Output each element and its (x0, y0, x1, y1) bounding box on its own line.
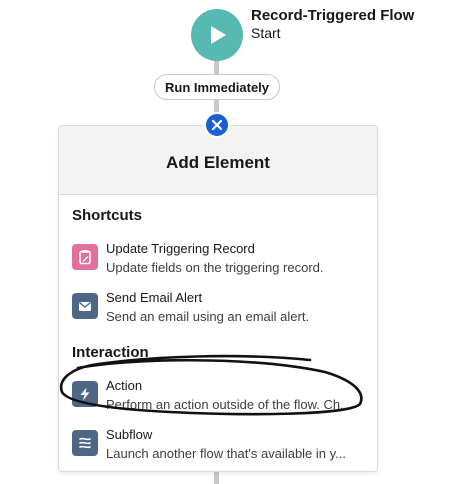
close-icon (211, 119, 223, 131)
element-description: Send an email using an email alert. (106, 309, 310, 324)
element-description: Update fields on the triggering record. (106, 260, 324, 275)
element-update-triggering-record[interactable]: Update Triggering Record Update fields o… (69, 241, 369, 285)
start-node-subtitle: Start (251, 25, 281, 41)
start-node[interactable] (191, 9, 243, 61)
element-description: Launch another flow that's available in … (106, 446, 346, 461)
lightning-bolt-icon (72, 381, 98, 407)
element-label: Subflow (106, 427, 153, 442)
run-immediately-path[interactable]: Run Immediately (154, 74, 280, 100)
flow-canvas: Record-Triggered Flow Start Run Immediat… (0, 0, 474, 484)
element-label: Send Email Alert (106, 290, 203, 305)
element-description: Perform an action outside of the flow. C… (106, 397, 351, 412)
connector-line-bottom (214, 470, 219, 484)
start-node-title: Record-Triggered Flow (251, 7, 415, 24)
element-subflow[interactable]: Subflow Launch another flow that's avail… (69, 427, 369, 471)
section-title-interaction: Interaction (72, 344, 149, 361)
subflow-icon (72, 430, 98, 456)
panel-title: Add Element (166, 153, 270, 172)
close-add-element-button[interactable] (204, 112, 230, 138)
element-label: Update Triggering Record (106, 241, 255, 256)
envelope-icon (72, 293, 98, 319)
element-action[interactable]: Action Perform an action outside of the … (69, 378, 369, 422)
add-element-panel: Add Element Shortcuts Update Triggering … (58, 125, 378, 472)
clipboard-edit-icon (72, 244, 98, 270)
section-title-shortcuts: Shortcuts (72, 207, 143, 224)
connector-line-top (214, 60, 219, 75)
element-label: Action (106, 378, 143, 393)
element-send-email-alert[interactable]: Send Email Alert Send an email using an … (69, 290, 369, 334)
play-icon (211, 26, 226, 44)
